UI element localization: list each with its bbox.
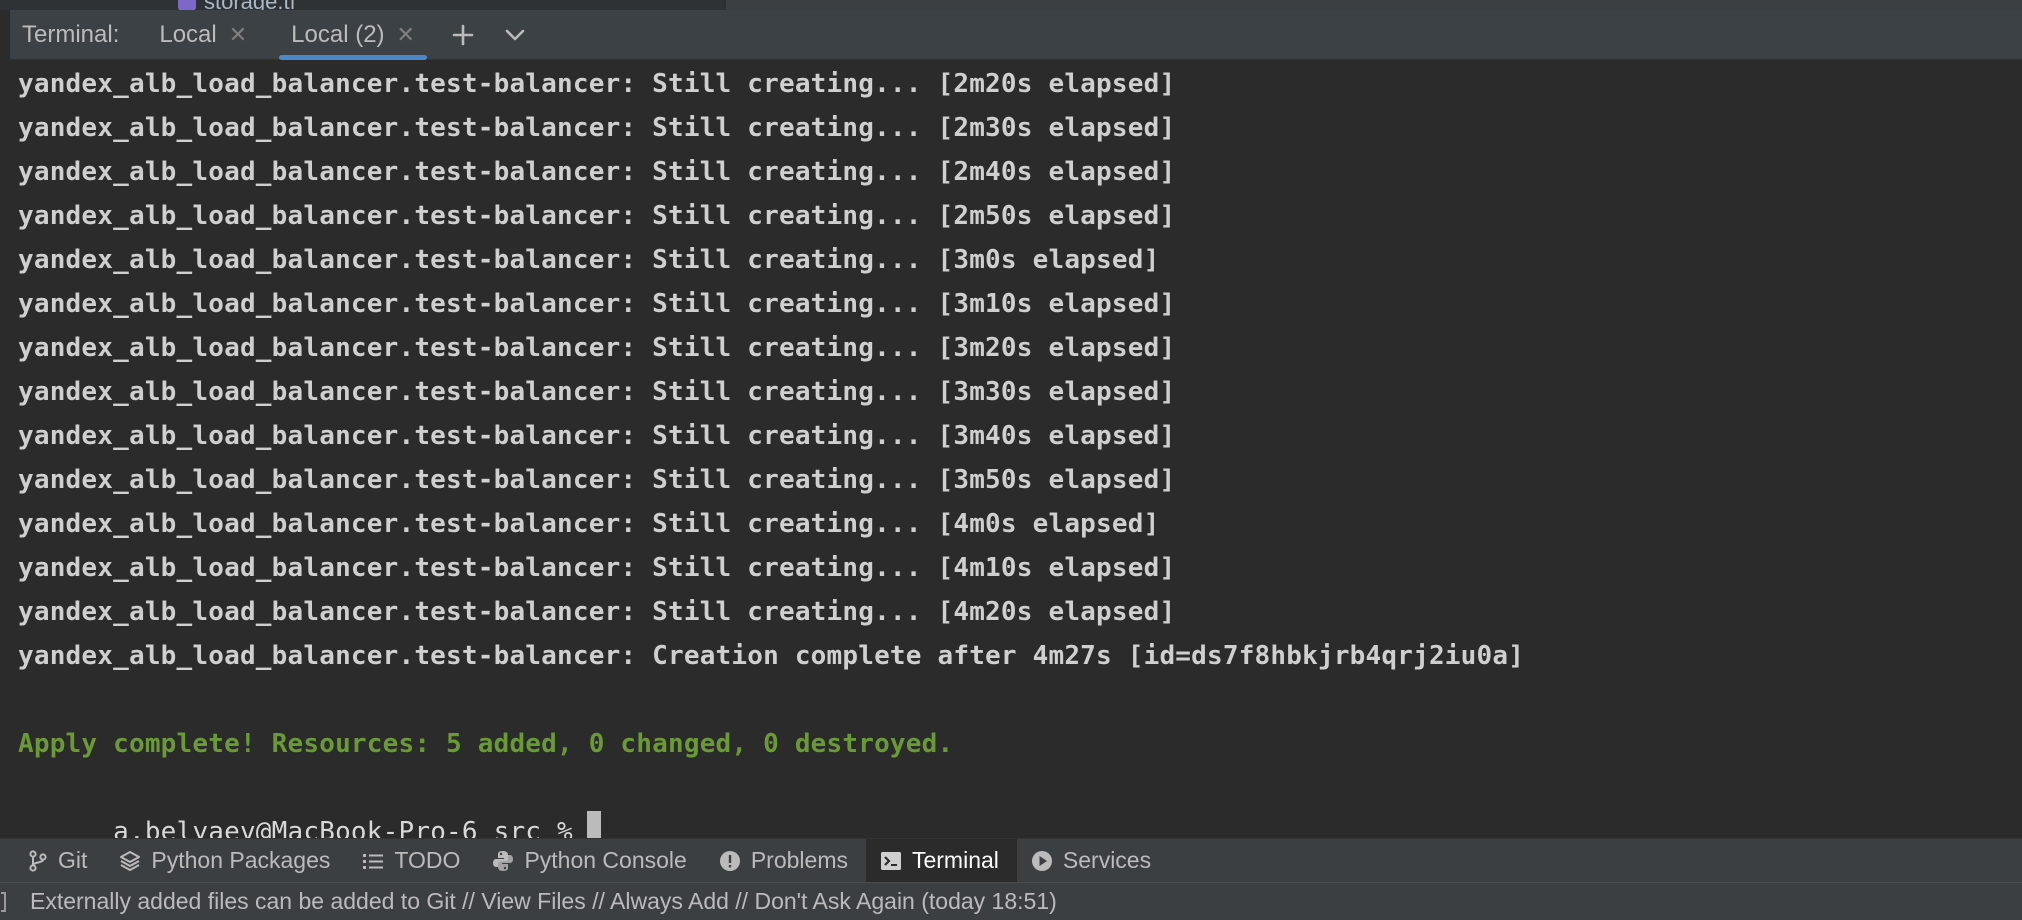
tool-window-label: Python Console — [524, 847, 687, 873]
close-icon[interactable]: ✕ — [397, 22, 415, 48]
terminal-line: yandex_alb_load_balancer.test-balancer: … — [18, 421, 1176, 451]
tool-window-label: Git — [58, 847, 88, 873]
terraform-file-icon — [178, 0, 196, 10]
terminal-line: yandex_alb_load_balancer.test-balancer: … — [18, 333, 1176, 363]
terminal-line: yandex_alb_load_balancer.test-balancer: … — [18, 553, 1176, 583]
terminal-line: yandex_alb_load_balancer.test-balancer: … — [18, 113, 1176, 143]
terminal-line: yandex_alb_load_balancer.test-balancer: … — [18, 289, 1176, 319]
terminal-line: yandex_alb_load_balancer.test-balancer: … — [18, 201, 1176, 231]
terminal-header: Terminal: Local ✕ Local (2) ✕ — [10, 10, 2022, 60]
tool-window-label: TODO — [394, 847, 461, 873]
play-icon — [1031, 850, 1052, 871]
terminal-line: yandex_alb_load_balancer.test-balancer: … — [18, 245, 1160, 275]
terminal-tab-local-2[interactable]: Local (2) ✕ — [269, 10, 437, 60]
layers-icon — [120, 850, 141, 871]
terminal-icon — [880, 851, 901, 870]
terminal-line: yandex_alb_load_balancer.test-balancer: … — [18, 509, 1160, 539]
terminal-output[interactable]: yandex_alb_load_balancer.test-balancer: … — [18, 62, 2008, 851]
tool-window-label: Problems — [750, 847, 848, 873]
tool-window-label: Python Packages — [151, 847, 331, 873]
terminal-tab-local[interactable]: Local ✕ — [137, 10, 269, 60]
editor-tab-label: storage.tf — [204, 0, 296, 10]
terminal-title: Terminal: — [22, 20, 120, 48]
tool-window-bar: Git Python Packages TODO Python Console … — [0, 838, 2022, 883]
chevron-down-icon — [505, 29, 525, 40]
new-terminal-button[interactable] — [437, 10, 489, 60]
terminal-line: yandex_alb_load_balancer.test-balancer: … — [18, 157, 1176, 187]
tool-window-git[interactable]: Git — [14, 839, 105, 883]
editor-tab-strip: storage.tf — [0, 0, 2022, 10]
plus-icon — [452, 24, 474, 45]
editor-tab-area — [0, 0, 726, 10]
tool-window-python-console[interactable]: Python Console — [478, 839, 704, 883]
tool-window-label: Terminal — [911, 847, 999, 873]
editor-tab-storage-tf[interactable]: storage.tf — [178, 0, 296, 10]
ide-window: storage.tf Terminal: Local ✕ Local (2) ✕… — [0, 0, 2022, 920]
tool-window-problems[interactable]: Problems — [705, 839, 866, 883]
terminal-tab-label: Local — [159, 20, 217, 48]
apply-complete-line: Apply complete! Resources: 5 added, 0 ch… — [18, 729, 954, 759]
info-icon — [719, 850, 740, 871]
terminal-prompt-line[interactable]: a.belyaev@MacBook-Pro-6 src % — [18, 766, 2008, 851]
active-tab-indicator — [279, 54, 427, 60]
git-branch-icon — [29, 849, 47, 872]
close-icon[interactable]: ✕ — [229, 22, 247, 48]
terminal-line: yandex_alb_load_balancer.test-balancer: … — [18, 465, 1176, 495]
tool-window-terminal[interactable]: Terminal — [865, 838, 1017, 883]
status-edge-bracket — [1, 891, 6, 912]
terminal-sessions-dropdown[interactable] — [489, 10, 541, 60]
terminal-line: yandex_alb_load_balancer.test-balancer: … — [18, 69, 1176, 99]
status-bar: Externally added files can be added to G… — [0, 882, 2022, 920]
status-notification[interactable]: Externally added files can be added to G… — [30, 888, 1057, 915]
terminal-tab-label: Local (2) — [291, 20, 385, 48]
tool-window-todo[interactable]: TODO — [348, 839, 478, 883]
terminal-line: yandex_alb_load_balancer.test-balancer: … — [18, 597, 1176, 627]
python-icon — [493, 850, 514, 871]
list-icon — [363, 853, 384, 869]
terminal-line: yandex_alb_load_balancer.test-balancer: … — [18, 641, 1525, 671]
tool-window-services[interactable]: Services — [1017, 839, 1169, 883]
terminal-line: yandex_alb_load_balancer.test-balancer: … — [18, 377, 1176, 407]
tool-window-label: Services — [1062, 847, 1152, 873]
tool-window-python-packages[interactable]: Python Packages — [105, 839, 348, 883]
